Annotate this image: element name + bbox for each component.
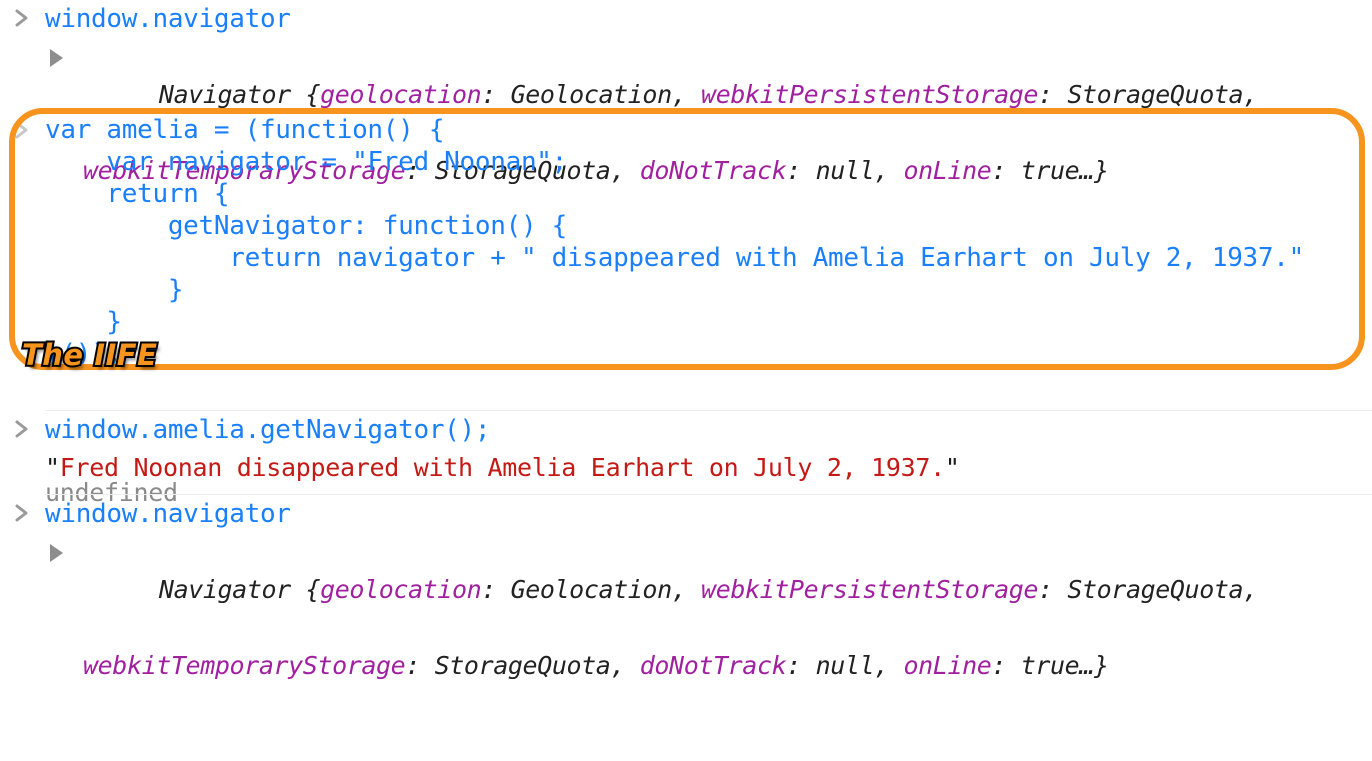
console-entry-3[interactable]: window.amelia.getNavigator(); "Fred Noon… bbox=[0, 409, 1372, 494]
devtools-console: window.navigator Navigator {geolocation:… bbox=[0, 0, 1372, 680]
iife-code-block[interactable]: var amelia = (function() { var navigator… bbox=[45, 114, 1304, 370]
quote-close: " bbox=[944, 453, 960, 482]
console-input-expression[interactable]: window.amelia.getNavigator(); bbox=[45, 411, 1372, 449]
code-line-2: var navigator = "Fred Noonan"; bbox=[45, 147, 568, 177]
code-line-5: return navigator + " disappeared with Am… bbox=[45, 243, 1304, 273]
separator-left-gap bbox=[0, 493, 45, 497]
separator-left-gap bbox=[0, 409, 45, 413]
code-line-6: } bbox=[45, 275, 184, 305]
code-line-1: var amelia = (function() { bbox=[45, 115, 445, 145]
disclosure-triangle-icon[interactable] bbox=[50, 49, 63, 67]
disclosure-triangle-icon[interactable] bbox=[50, 544, 63, 562]
prompt-chevron-icon bbox=[14, 419, 30, 439]
code-line-7: } bbox=[45, 307, 122, 337]
console-entry-4[interactable]: window.navigator Navigator {geolocation:… bbox=[0, 493, 1372, 680]
console-entry-2[interactable]: var amelia = (function() { var navigator… bbox=[0, 104, 1372, 507]
iife-annotation-badge: The IIFE bbox=[20, 336, 159, 374]
prompt-chevron-icon bbox=[14, 503, 30, 523]
console-output-string: "Fred Noonan disappeared with Amelia Ear… bbox=[45, 449, 1372, 486]
code-line-4: getNavigator: function() { bbox=[45, 211, 568, 241]
code-line-3: return { bbox=[45, 179, 230, 209]
object-preview[interactable]: Navigator {geolocation: Geolocation, web… bbox=[45, 533, 1372, 761]
object-preview-line-1: Navigator {geolocation: Geolocation, web… bbox=[158, 575, 1258, 604]
console-entry-1[interactable]: window.navigator Navigator {geolocation:… bbox=[0, 0, 1372, 185]
object-preview-line-2: webkitTemporaryStorage: StorageQuota, do… bbox=[83, 651, 1109, 680]
string-value: Fred Noonan disappeared with Amelia Earh… bbox=[59, 453, 945, 482]
console-input-expression[interactable]: window.navigator bbox=[45, 0, 1372, 38]
quote-open: " bbox=[45, 453, 60, 482]
prompt-chevron-icon bbox=[14, 8, 30, 28]
console-input-expression[interactable]: window.navigator bbox=[45, 495, 1372, 533]
prompt-chevron-icon bbox=[14, 120, 30, 144]
